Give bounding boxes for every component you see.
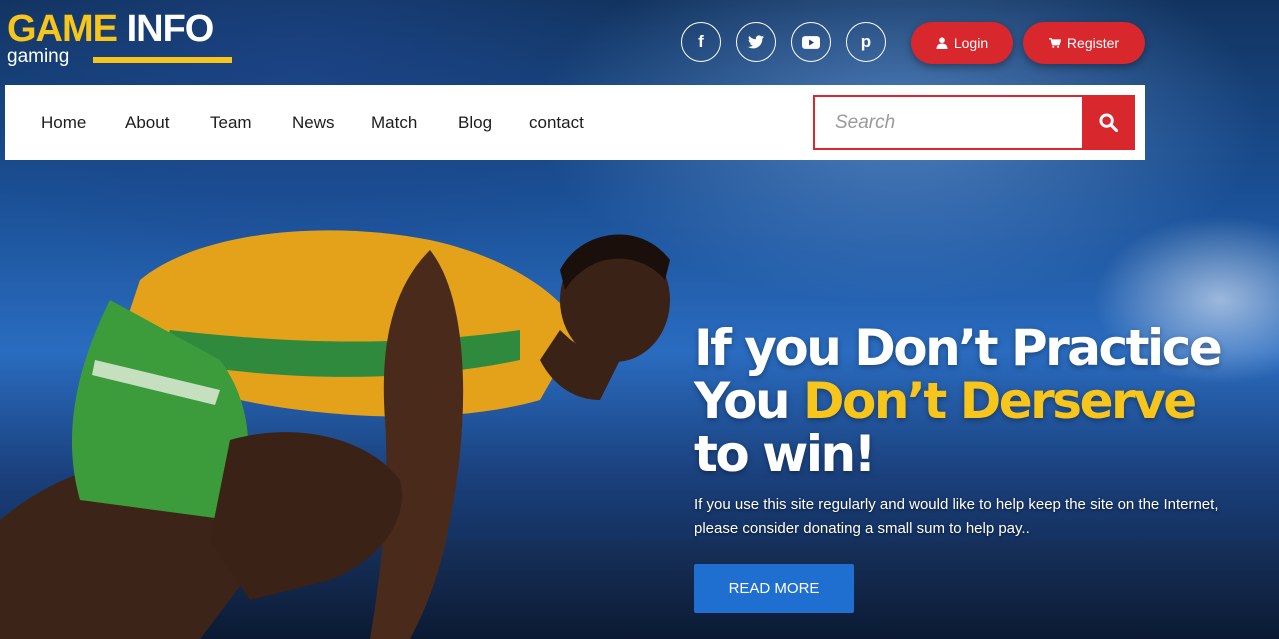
- logo-word-game: GAME: [7, 8, 118, 50]
- main-navbar: Home About Team News Match Blog contact: [5, 85, 1145, 160]
- logo-subtitle: gaming: [7, 46, 70, 67]
- facebook-icon: f: [698, 32, 704, 51]
- nav-item-team[interactable]: Team: [210, 113, 252, 133]
- cart-icon: [1048, 38, 1061, 48]
- hero-headline: If you Don’t Practice You Don’t Derserve…: [694, 322, 1279, 481]
- hero-line-3: to win!: [694, 425, 876, 483]
- login-button[interactable]: Login: [911, 22, 1013, 64]
- read-more-button[interactable]: READ MORE: [694, 564, 854, 613]
- search-icon: [1099, 113, 1118, 132]
- hero-line-2-highlight: Don’t Derserve: [802, 372, 1197, 430]
- hero-description: If you use this site regularly and would…: [694, 493, 1279, 541]
- hero-text-line-1: If you use this site regularly and would…: [694, 496, 1219, 513]
- hero-text-line-2: please consider donating a small sum to …: [694, 520, 1030, 537]
- facebook-link[interactable]: f: [681, 22, 721, 62]
- nav-item-contact[interactable]: contact: [529, 113, 584, 133]
- logo-word-info: INFO: [126, 8, 215, 50]
- register-button[interactable]: Register: [1023, 22, 1145, 64]
- site-logo[interactable]: GAME INFO gaming: [7, 10, 237, 70]
- pinterest-icon: p: [860, 32, 872, 51]
- twitter-icon: [748, 35, 764, 49]
- user-icon: [936, 37, 948, 49]
- nav-item-match[interactable]: Match: [371, 113, 417, 133]
- hero-line-2a: You: [694, 372, 803, 430]
- pinterest-link[interactable]: p: [846, 22, 886, 62]
- nav-item-blog[interactable]: Blog: [458, 113, 492, 133]
- hero-line-1: If you Don’t Practice: [694, 319, 1223, 377]
- youtube-link[interactable]: [791, 22, 831, 62]
- nav-item-about[interactable]: About: [125, 113, 169, 133]
- youtube-icon: [802, 35, 820, 49]
- nav-item-home[interactable]: Home: [41, 113, 86, 133]
- search-input[interactable]: [813, 95, 1083, 150]
- search-button[interactable]: [1082, 95, 1135, 150]
- logo-wordmark: GAME INFO: [7, 10, 237, 48]
- twitter-link[interactable]: [736, 22, 776, 62]
- nav-item-news[interactable]: News: [292, 113, 335, 133]
- login-label: Login: [953, 35, 989, 51]
- logo-underline: [93, 57, 232, 63]
- register-label: Register: [1066, 35, 1120, 51]
